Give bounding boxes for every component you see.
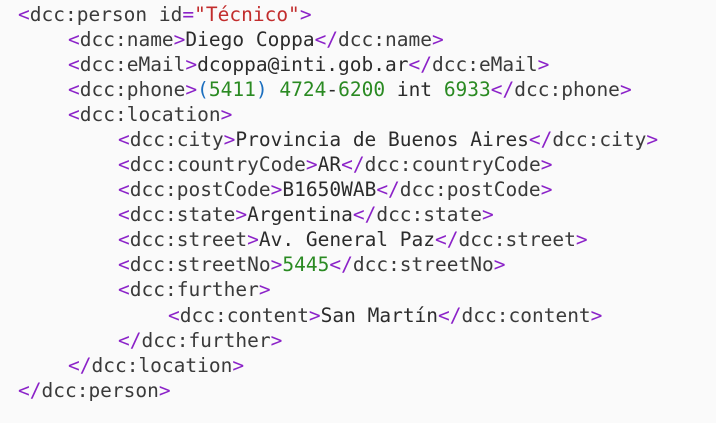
xml-code-view: <dcc:person id="Técnico"> <dcc:name>Dieg… bbox=[0, 0, 716, 423]
element-name: dcc:eMail bbox=[431, 53, 538, 76]
code-line-street-no: <dcc:streetNo>5445</dcc:streetNo> bbox=[118, 253, 506, 276]
phone-part-2: 6200 bbox=[338, 78, 386, 101]
element-name: dcc:city bbox=[129, 128, 224, 151]
element-name: dcc:streetNo bbox=[352, 253, 494, 276]
phone-paren-open: ( bbox=[197, 78, 209, 101]
code-line-further-close: </dcc:further> bbox=[118, 329, 283, 352]
element-name: dcc:person bbox=[29, 3, 148, 26]
phone-dash: - bbox=[326, 78, 339, 101]
element-name: dcc:location bbox=[79, 103, 221, 126]
phone-paren-close: ) bbox=[255, 78, 268, 101]
code-line-country-code: <dcc:countryCode>AR</dcc:countryCode> bbox=[118, 153, 553, 176]
code-line-person-open: <dcc:person id="Técnico"> bbox=[18, 3, 312, 26]
code-line-person-close: </dcc:person> bbox=[18, 379, 171, 402]
element-name: dcc:further bbox=[141, 329, 271, 352]
element-text: Argentina bbox=[247, 203, 353, 226]
phone-int-label: int bbox=[396, 78, 433, 101]
element-name: dcc:location bbox=[91, 354, 233, 377]
code-line-name: <dcc:name>Diego Coppa</dcc:name> bbox=[68, 28, 444, 51]
element-number: 5445 bbox=[282, 253, 330, 276]
attribute-value: "Técnico" bbox=[194, 3, 300, 26]
element-text: Diego Coppa bbox=[185, 28, 315, 51]
element-name: dcc:content bbox=[461, 304, 591, 327]
element-name: dcc:phone bbox=[514, 78, 620, 101]
phone-part-1: 4724 bbox=[279, 78, 327, 101]
element-name: dcc:eMail bbox=[79, 53, 186, 76]
code-line-email: <dcc:eMail>dcoppa@inti.gob.ar</dcc:eMail… bbox=[68, 53, 550, 76]
element-name: dcc:postCode bbox=[129, 178, 271, 201]
element-text: AR bbox=[317, 153, 342, 176]
element-name: dcc:state bbox=[376, 203, 482, 226]
element-name: dcc:street bbox=[129, 228, 248, 251]
element-text: B1650WAB bbox=[282, 178, 377, 201]
element-text: dcoppa@inti.gob.ar bbox=[197, 53, 409, 76]
element-name: dcc:countryCode bbox=[129, 153, 306, 176]
code-line-state: <dcc:state>Argentina</dcc:state> bbox=[118, 203, 494, 226]
code-line-location-open: <dcc:location> bbox=[68, 103, 233, 126]
element-text: San Martín bbox=[320, 304, 439, 327]
element-name: dcc:person bbox=[41, 379, 159, 402]
element-name: dcc:content bbox=[179, 304, 309, 327]
element-text: Av. General Paz bbox=[258, 228, 436, 251]
code-line-location-close: </dcc:location> bbox=[68, 354, 245, 377]
element-name: dcc:city bbox=[552, 128, 647, 151]
code-line-further-open: <dcc:further> bbox=[118, 278, 271, 301]
element-name: dcc:countryCode bbox=[364, 153, 541, 176]
element-name: dcc:street bbox=[458, 228, 576, 251]
code-line-city: <dcc:city>Provincia de Buenos Aires</dcc… bbox=[118, 128, 659, 151]
element-name: dcc:postCode bbox=[399, 178, 541, 201]
code-line-content: <dcc:content>San Martín</dcc:content> bbox=[168, 304, 603, 327]
code-line-post-code: <dcc:postCode>B1650WAB</dcc:postCode> bbox=[118, 178, 553, 201]
element-name: dcc:name bbox=[79, 28, 174, 51]
element-name: dcc:name bbox=[338, 28, 432, 51]
phone-area-code: 5411 bbox=[208, 78, 256, 101]
code-line-street: <dcc:street>Av. General Paz</dcc:street> bbox=[118, 228, 588, 251]
element-name: dcc:state bbox=[129, 203, 236, 226]
element-text: Provincia de Buenos Aires bbox=[235, 128, 529, 151]
element-name: dcc:further bbox=[129, 278, 259, 301]
phone-extension: 6933 bbox=[443, 78, 491, 101]
element-name: dcc:streetNo bbox=[129, 253, 271, 276]
attribute-name: id bbox=[158, 3, 183, 26]
code-line-phone: <dcc:phone>(5411) 4724-6200 int 6933</dc… bbox=[68, 78, 632, 101]
element-name: dcc:phone bbox=[79, 78, 186, 101]
